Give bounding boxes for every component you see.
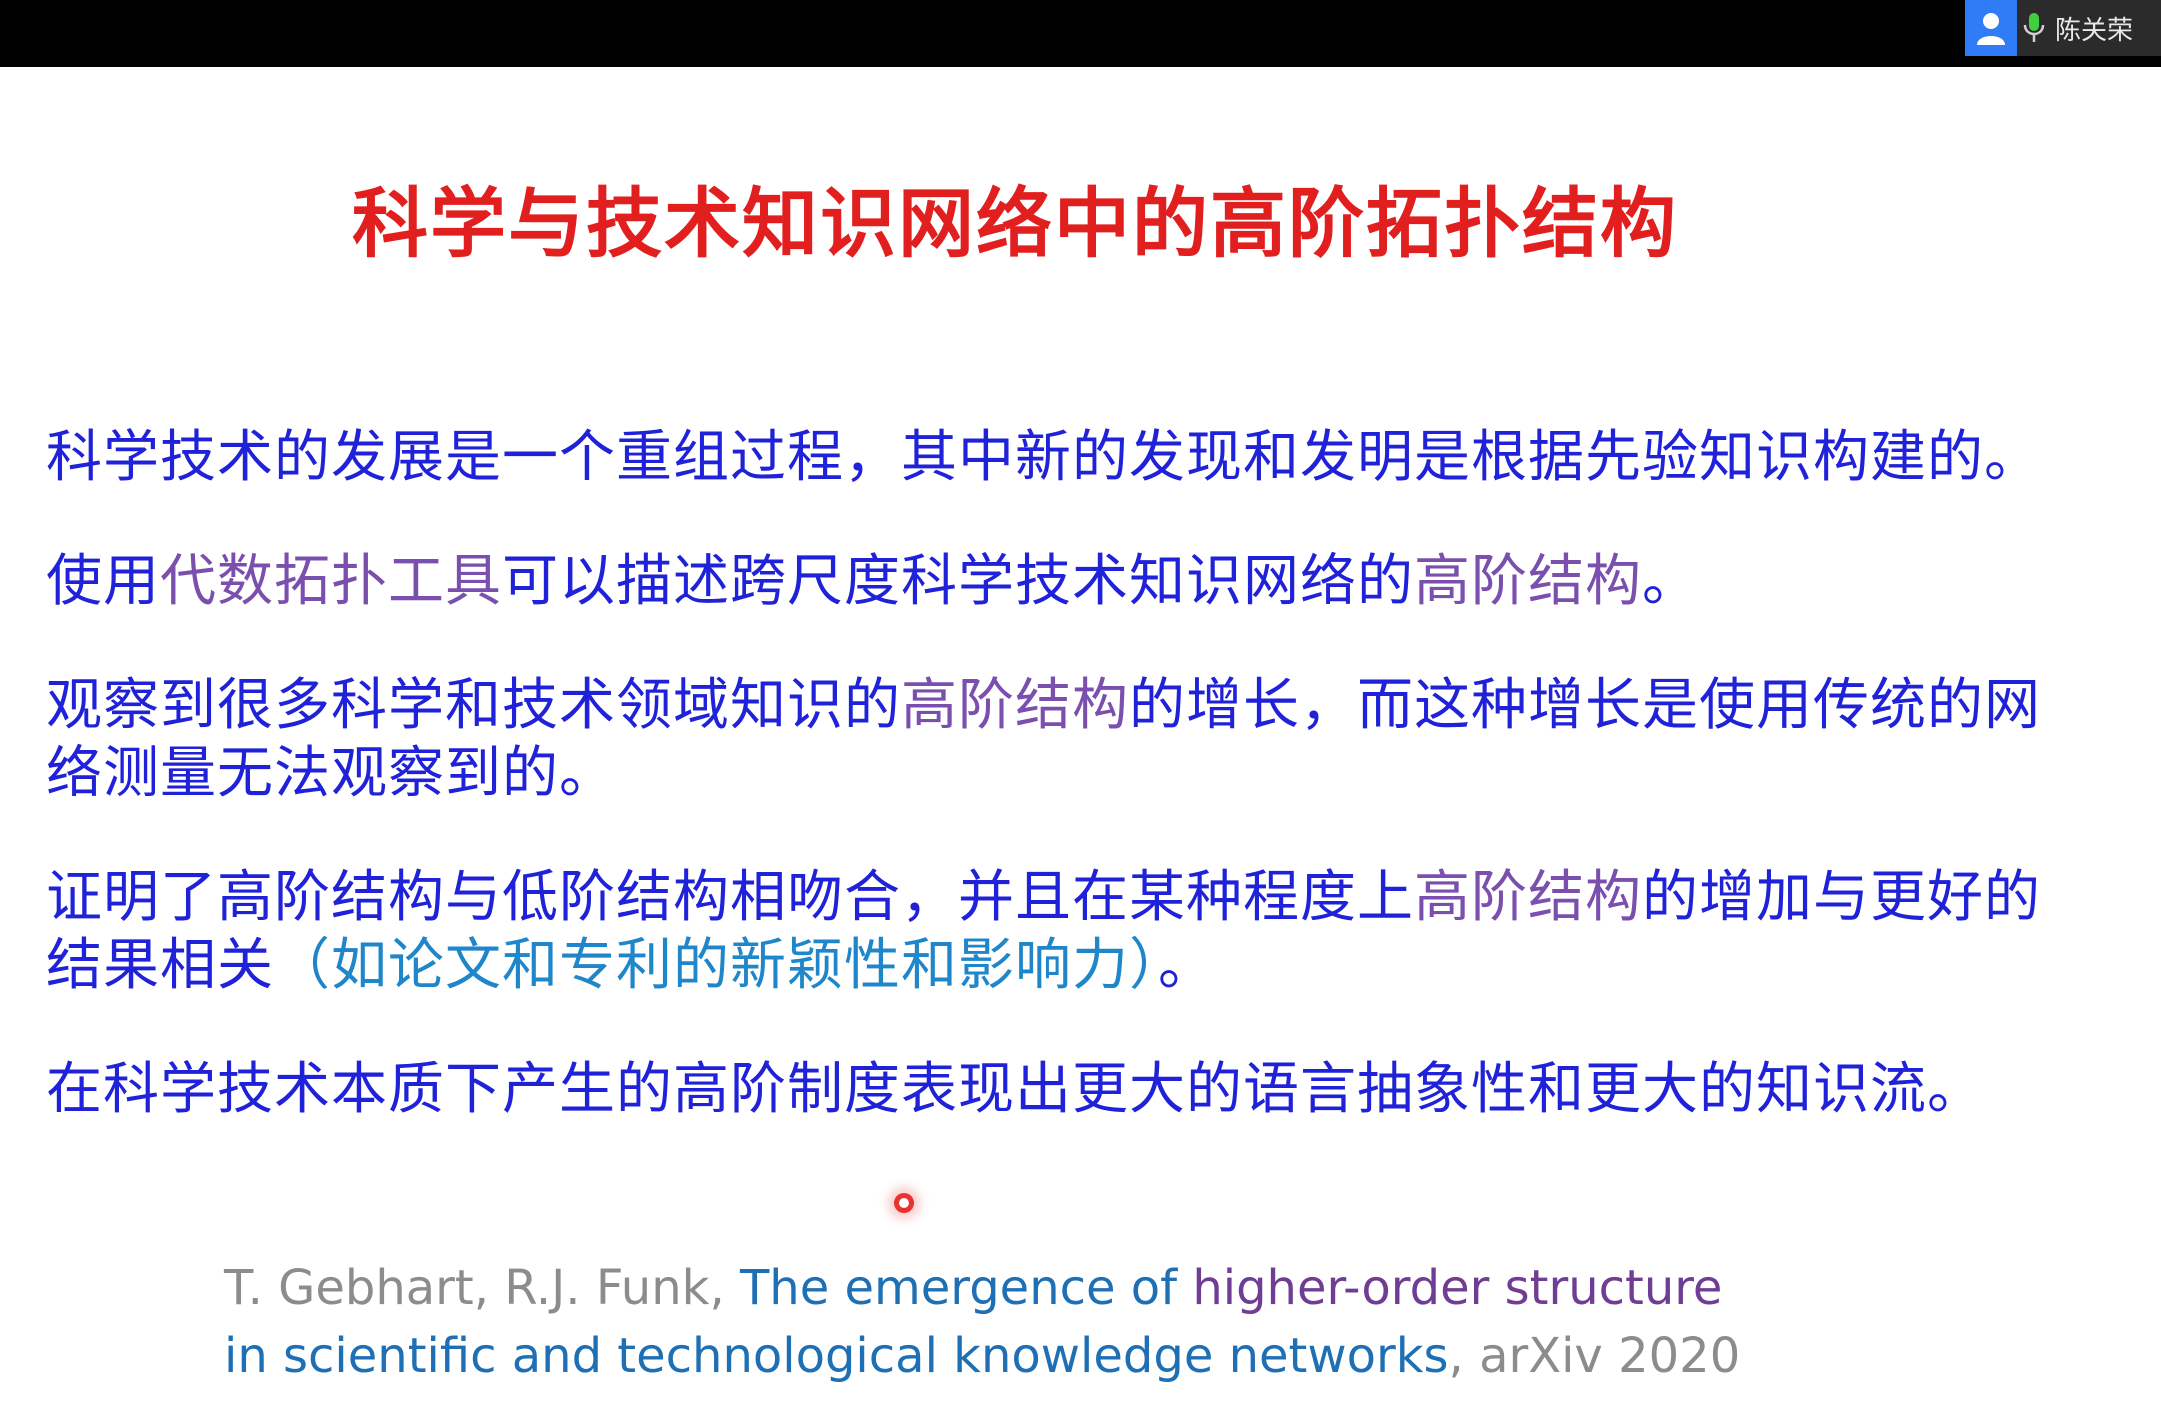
bullet-text: 。 (1158, 933, 1215, 998)
bullet-algebraic-topology: 使用代数拓扑工具可以描述跨尺度科学技术知识网络的高阶结构。 (46, 548, 2046, 616)
bullet-recombination: 科学技术的发展是一个重组过程，其中新的发现和发明是根据先验知识构建的。 (46, 424, 2046, 492)
reference-title-part: in scientific and technological knowledg… (224, 1328, 1449, 1384)
slide-title: 科学与技术知识网络中的高阶拓扑结构 (352, 179, 1678, 268)
highlight-text: 高阶结构 (1414, 549, 1642, 614)
bullet-text: 可以描述跨尺度科学技术知识网络的 (502, 549, 1414, 614)
reference-venue: , arXiv 2020 (1448, 1328, 1741, 1384)
highlight-text: 代数拓扑工具 (160, 549, 502, 614)
reference-authors: T. Gebhart, R.J. Funk, (224, 1260, 740, 1316)
meeting-top-bar: 陈关荣 (0, 0, 2161, 67)
participant-name: 陈关荣 (2055, 15, 2134, 46)
reference-title-highlight: higher-order structure (1192, 1260, 1723, 1316)
bullet-abstraction: 在科学技术本质下产生的高阶制度表现出更大的语言抽象性和更大的知识流。 (46, 1056, 2046, 1124)
bullet-text: 科学技术的发展是一个重组过程，其中新的发现和发明是根据先验知识构建的。 (46, 425, 2041, 490)
bullet-text: 观察到很多科学和技术领域知识的 (46, 673, 901, 738)
bullet-growth: 观察到很多科学和技术领域知识的高阶结构的增长，而这种增长是使用传统的网络测量无法… (46, 672, 2046, 808)
bullet-correlation: 证明了高阶结构与低阶结构相吻合，并且在某种程度上高阶结构的增加与更好的结果相关（… (46, 864, 2046, 1000)
highlight-text: 高阶结构 (901, 673, 1129, 738)
reference-title-part: The emergence of (739, 1260, 1193, 1316)
parenthetical-text: （如论文和专利的新颖性和影响力） (274, 933, 1158, 998)
laser-pointer-icon (894, 1193, 914, 1213)
bullet-text: 使用 (46, 549, 160, 614)
bullet-text: 。 (1642, 549, 1699, 614)
person-icon (1977, 13, 2005, 45)
bullet-text: 在科学技术本质下产生的高阶制度表现出更大的语言抽象性和更大的知识流。 (46, 1057, 1984, 1122)
bullet-text: 证明了高阶结构与低阶结构相吻合，并且在某种程度上 (46, 865, 1414, 930)
microphone-icon[interactable] (2017, 0, 2051, 56)
participant-tile[interactable]: 陈关荣 (1965, 0, 2161, 56)
reference-line-1: T. Gebhart, R.J. Funk, The emergence of … (224, 1254, 2024, 1322)
avatar (1965, 0, 2017, 56)
reference-line-2: in scientific and technological knowledg… (224, 1322, 2024, 1390)
highlight-text: 高阶结构 (1414, 865, 1642, 930)
